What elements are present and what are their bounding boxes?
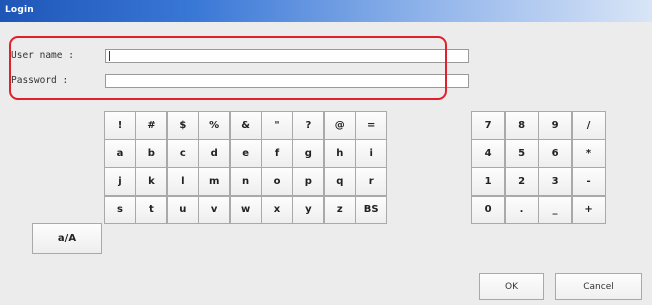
numpad-key[interactable]: 0 bbox=[471, 195, 506, 225]
numpad-key[interactable]: / bbox=[571, 111, 606, 140]
key[interactable]: h bbox=[323, 139, 356, 168]
numpad-key[interactable]: 3 bbox=[538, 167, 573, 197]
key[interactable]: y bbox=[292, 195, 325, 225]
key[interactable]: n bbox=[229, 167, 262, 197]
key[interactable]: b bbox=[135, 139, 168, 168]
key[interactable]: u bbox=[166, 195, 199, 225]
window-title: Login bbox=[5, 5, 34, 15]
key[interactable]: x bbox=[261, 195, 293, 225]
key[interactable]: p bbox=[292, 167, 325, 197]
numpad-key[interactable]: 1 bbox=[471, 167, 506, 197]
key[interactable]: m bbox=[198, 167, 231, 197]
numpad-key[interactable]: _ bbox=[538, 195, 573, 225]
key[interactable]: c bbox=[166, 139, 199, 168]
numpad-key[interactable]: 5 bbox=[504, 139, 539, 168]
key[interactable]: e bbox=[229, 139, 262, 168]
key[interactable]: $ bbox=[166, 111, 199, 140]
numpad-key[interactable]: * bbox=[571, 139, 606, 168]
numpad-key[interactable]: 4 bbox=[471, 139, 506, 168]
numpad-key[interactable]: 7 bbox=[471, 111, 506, 140]
key[interactable]: j bbox=[104, 167, 136, 197]
password-label: Password : bbox=[11, 75, 69, 86]
numpad-key[interactable]: . bbox=[504, 195, 539, 225]
username-input[interactable] bbox=[105, 49, 469, 63]
key[interactable]: v bbox=[198, 195, 231, 225]
key[interactable]: BS bbox=[355, 195, 388, 225]
key[interactable]: % bbox=[198, 111, 231, 140]
key[interactable]: q bbox=[323, 167, 356, 197]
key[interactable]: & bbox=[229, 111, 262, 140]
key[interactable]: g bbox=[292, 139, 325, 168]
key[interactable]: k bbox=[135, 167, 168, 197]
key[interactable]: s bbox=[104, 195, 136, 225]
cancel-button[interactable]: Cancel bbox=[555, 273, 642, 300]
key[interactable]: o bbox=[261, 167, 293, 197]
key[interactable]: # bbox=[135, 111, 168, 140]
key[interactable]: @ bbox=[323, 111, 356, 140]
key[interactable]: f bbox=[261, 139, 293, 168]
ok-button[interactable]: OK bbox=[479, 273, 544, 300]
text-caret bbox=[109, 51, 110, 61]
key[interactable]: ! bbox=[104, 111, 136, 140]
key[interactable]: t bbox=[135, 195, 168, 225]
numpad-key[interactable]: 6 bbox=[538, 139, 573, 168]
title-bar: Login bbox=[0, 0, 652, 22]
numpad-key[interactable]: - bbox=[571, 167, 606, 197]
key[interactable]: ? bbox=[292, 111, 325, 140]
key[interactable]: z bbox=[323, 195, 356, 225]
key[interactable]: = bbox=[355, 111, 388, 140]
highlight-callout bbox=[9, 36, 447, 100]
key[interactable]: i bbox=[355, 139, 388, 168]
numpad-key[interactable]: 9 bbox=[538, 111, 573, 140]
key[interactable]: l bbox=[166, 167, 199, 197]
case-toggle-key[interactable]: a/A bbox=[32, 223, 102, 254]
password-input[interactable] bbox=[105, 74, 469, 88]
key[interactable]: " bbox=[261, 111, 293, 140]
username-label: User name : bbox=[11, 50, 74, 61]
key[interactable]: r bbox=[355, 167, 388, 197]
login-dialog: Login User name : Password : ! # $% & "? @ = a b… bbox=[0, 0, 652, 305]
key[interactable]: d bbox=[198, 139, 231, 168]
numpad-key[interactable]: + bbox=[571, 195, 606, 225]
key[interactable]: w bbox=[229, 195, 262, 225]
numpad-key[interactable]: 8 bbox=[504, 111, 539, 140]
key[interactable]: a bbox=[104, 139, 136, 168]
numpad-key[interactable]: 2 bbox=[504, 167, 539, 197]
